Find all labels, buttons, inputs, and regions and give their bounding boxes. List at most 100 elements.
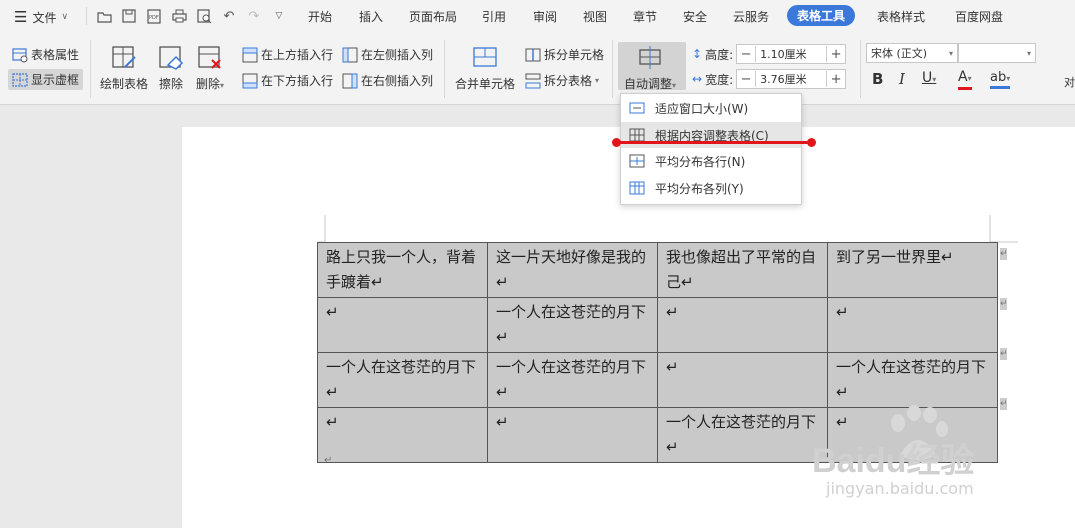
- delete-button[interactable]: 删除▾: [196, 45, 224, 92]
- table-cell[interactable]: ↵: [657, 352, 828, 408]
- tab-baidu-netdisk[interactable]: 百度网盘: [955, 8, 1003, 25]
- auto-fit-button[interactable]: 自动调整▾: [624, 45, 676, 92]
- row-end-marker: ↵: [1000, 348, 1008, 360]
- tab-table-style[interactable]: 表格样式: [877, 8, 925, 25]
- menu-item-distribute-cols[interactable]: 平均分布各列(Y): [621, 175, 801, 201]
- table-cell[interactable]: 路上只我一个人，背着手踱着↵: [317, 242, 488, 298]
- font-name-value: 宋体 (正文): [871, 47, 928, 60]
- split-cells-label: 拆分单元格: [544, 48, 605, 62]
- distribute-rows-icon: [629, 154, 645, 168]
- customize-toolbar-icon[interactable]: ▽: [271, 8, 287, 24]
- tab-page-layout[interactable]: 页面布局: [409, 8, 457, 25]
- col-width-value[interactable]: 3.76厘米: [755, 71, 828, 87]
- row-height-control: ↕ 高度: − 1.10厘米 +: [692, 44, 847, 64]
- save-icon[interactable]: [121, 8, 137, 24]
- table-row: 一个人在这苍茫的月下↵ 一个人在这苍茫的月下↵ ↵ 一个人在这苍茫的月下↵: [317, 352, 998, 408]
- draw-table-button[interactable]: 绘制表格: [100, 45, 148, 92]
- table-cell[interactable]: ↵: [317, 407, 488, 463]
- tab-insert[interactable]: 插入: [359, 8, 383, 25]
- menu-item-label: 平均分布各列(Y): [655, 181, 744, 196]
- table-cell[interactable]: 到了另一世界里↵: [827, 242, 998, 298]
- font-name-select[interactable]: 宋体 (正文) ▾: [866, 43, 958, 63]
- insert-row-above-button[interactable]: 在上方插入行: [242, 46, 333, 63]
- row-end-marker: ↵: [1000, 248, 1008, 260]
- table-cell[interactable]: ↵: [827, 297, 998, 353]
- table-cell[interactable]: ↵: [487, 407, 658, 463]
- align-label[interactable]: 对: [1064, 74, 1075, 90]
- print-icon[interactable]: [171, 8, 187, 24]
- plus-icon[interactable]: +: [827, 47, 845, 62]
- merge-cells-button[interactable]: 合并单元格: [455, 45, 515, 92]
- col-width-icon: ↔: [692, 72, 703, 86]
- table-cell[interactable]: ↵: [657, 297, 828, 353]
- tab-chapter[interactable]: 章节: [633, 8, 657, 25]
- draw-table-label: 绘制表格: [100, 77, 149, 91]
- show-gridlines-label: 显示虚框: [31, 73, 80, 87]
- distribute-cols-icon: [629, 181, 645, 195]
- highlight-icon[interactable]: ab▾: [990, 70, 1011, 89]
- font-color-icon[interactable]: A▾: [958, 69, 972, 90]
- erase-button[interactable]: 擦除: [158, 45, 184, 92]
- tab-review[interactable]: 审阅: [533, 8, 557, 25]
- table-cell[interactable]: 一个人在这苍茫的月下↵: [487, 297, 658, 353]
- chevron-down-icon: ▾: [948, 48, 953, 58]
- minus-icon[interactable]: −: [737, 47, 755, 62]
- insert-row-below-label: 在下方插入行: [261, 74, 334, 88]
- table-cell[interactable]: ↵: [317, 297, 488, 353]
- export-pdf-icon[interactable]: PDF: [146, 8, 162, 24]
- col-width-field[interactable]: − 3.76厘米 +: [736, 69, 847, 89]
- italic-icon[interactable]: I: [899, 70, 905, 88]
- insert-col-left-button[interactable]: 在左侧插入列: [342, 46, 433, 63]
- auto-fit-label-wrap: 自动调整▾: [624, 77, 677, 91]
- split-table-icon: [525, 73, 541, 88]
- table-cell[interactable]: 我也像超出了平常的自己↵: [657, 242, 828, 298]
- show-gridlines-button[interactable]: 显示虚框: [8, 69, 84, 90]
- col-width-control: ↔ 宽度: − 3.76厘米 +: [692, 69, 847, 89]
- delete-label: 删除: [196, 77, 221, 91]
- merge-cells-label: 合并单元格: [455, 77, 516, 91]
- menu-item-distribute-rows[interactable]: 平均分布各行(N): [621, 148, 801, 174]
- auto-fit-dropdown: 适应窗口大小(W) 根据内容调整表格(C) 平均分布各行(N) 平均分布各列(Y…: [620, 93, 802, 205]
- minus-icon[interactable]: −: [737, 72, 755, 87]
- split-table-label: 拆分表格: [544, 74, 593, 88]
- undo-icon[interactable]: ↶: [221, 8, 237, 24]
- insert-row-below-button[interactable]: 在下方插入行: [242, 72, 333, 89]
- plus-icon[interactable]: +: [827, 72, 845, 87]
- tab-view[interactable]: 视图: [583, 8, 607, 25]
- tab-references[interactable]: 引用: [482, 8, 506, 25]
- insert-col-right-icon: [342, 73, 358, 88]
- table-properties-button[interactable]: 表格属性: [12, 46, 79, 63]
- redo-icon[interactable]: ↷: [246, 8, 262, 24]
- gridlines-icon: [12, 72, 28, 87]
- chevron-down-icon: ▾: [1026, 48, 1031, 58]
- tab-table-tools[interactable]: 表格工具: [787, 5, 856, 26]
- table-cell[interactable]: 一个人在这苍茫的月下↵: [657, 407, 828, 463]
- watermark-brand: Baidu经验: [812, 442, 975, 480]
- file-menu[interactable]: ☰ 文件 ∨: [14, 8, 68, 26]
- split-table-button[interactable]: 拆分表格 ▾: [525, 72, 599, 89]
- svg-text:PDF: PDF: [149, 15, 159, 21]
- row-height-value[interactable]: 1.10厘米: [755, 46, 828, 62]
- tab-security[interactable]: 安全: [683, 8, 707, 25]
- table-row: ↵ 一个人在这苍茫的月下↵ ↵ ↵: [317, 297, 998, 353]
- insert-row-above-label: 在上方插入行: [261, 48, 334, 62]
- font-size-select[interactable]: ▾: [958, 43, 1036, 63]
- insert-col-right-button[interactable]: 在右侧插入列: [342, 72, 433, 89]
- underline-icon[interactable]: U▾: [922, 70, 936, 86]
- table-cell[interactable]: 这一片天地好像是我的↵: [487, 242, 658, 298]
- table-cell[interactable]: 一个人在这苍茫的月下↵: [827, 352, 998, 408]
- menu-item-fit-content[interactable]: 根据内容调整表格(C): [621, 122, 801, 148]
- menu-item-fit-window[interactable]: 适应窗口大小(W): [621, 95, 801, 121]
- table-cell[interactable]: 一个人在这苍茫的月下↵: [487, 352, 658, 408]
- open-folder-icon[interactable]: [96, 8, 112, 24]
- print-preview-icon[interactable]: [196, 8, 212, 24]
- tab-cloud-service[interactable]: 云服务: [733, 8, 769, 25]
- tab-start[interactable]: 开始: [308, 8, 332, 25]
- table-cell[interactable]: 一个人在这苍茫的月下↵: [317, 352, 488, 408]
- red-annotation-dot: [612, 138, 621, 147]
- bold-icon[interactable]: B: [872, 70, 883, 88]
- paragraph-mark: ↵: [324, 455, 333, 466]
- row-height-field[interactable]: − 1.10厘米 +: [736, 44, 847, 64]
- split-cells-button[interactable]: 拆分单元格: [525, 46, 604, 63]
- delete-label-wrap: 删除▾: [196, 77, 225, 91]
